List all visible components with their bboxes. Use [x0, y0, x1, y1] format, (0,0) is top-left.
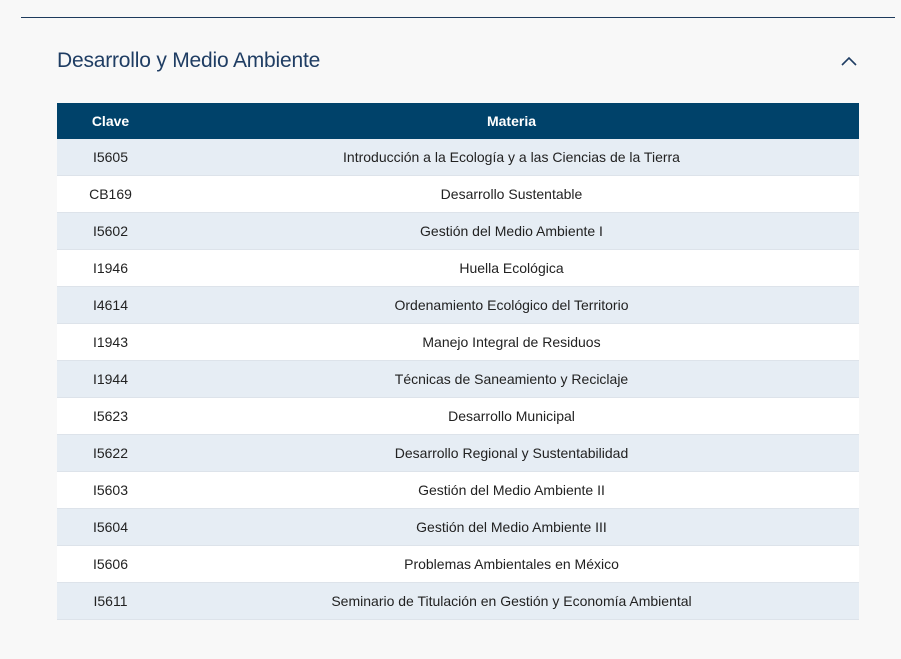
- table-row: I1944 Técnicas de Saneamiento y Reciclaje: [57, 360, 859, 398]
- chevron-up-icon[interactable]: [839, 51, 859, 71]
- cell-materia: Manejo Integral de Residuos: [164, 323, 859, 361]
- cell-clave: I5611: [57, 582, 164, 620]
- accordion-header[interactable]: Desarrollo y Medio Ambiente: [57, 40, 859, 82]
- cell-clave: I5605: [57, 139, 164, 176]
- cell-clave: I5606: [57, 545, 164, 583]
- table-row: I1943 Manejo Integral de Residuos: [57, 323, 859, 361]
- cell-materia: Huella Ecológica: [164, 249, 859, 287]
- cell-materia: Técnicas de Saneamiento y Reciclaje: [164, 360, 859, 398]
- table-row: I5604 Gestión del Medio Ambiente III: [57, 508, 859, 546]
- table-row: I5605 Introducción a la Ecología y a las …: [57, 139, 859, 176]
- table-row: I5603 Gestión del Medio Ambiente II: [57, 471, 859, 509]
- table-row: I5622 Desarrollo Regional y Sustentabilid…: [57, 434, 859, 472]
- cell-materia: Gestión del Medio Ambiente II: [164, 471, 859, 509]
- column-header-materia: Materia: [164, 103, 859, 139]
- cell-materia: Desarrollo Municipal: [164, 397, 859, 435]
- table-row: I5611 Seminario de Titulación en Gestión …: [57, 582, 859, 620]
- cell-materia: Seminario de Titulación en Gestión y Eco…: [164, 582, 859, 620]
- section-title: Desarrollo y Medio Ambiente: [57, 49, 321, 72]
- cell-clave: I5604: [57, 508, 164, 546]
- cell-clave: I5603: [57, 471, 164, 509]
- table-row: CB169 Desarrollo Sustentable: [57, 175, 859, 213]
- cell-clave: I4614: [57, 286, 164, 324]
- cell-clave: CB169: [57, 175, 164, 213]
- table-row: I5606 Problemas Ambientales en México: [57, 545, 859, 583]
- section-divider: [21, 17, 895, 18]
- column-header-clave: Clave: [57, 103, 164, 139]
- table-body: I5605 Introducción a la Ecología y a las …: [57, 139, 859, 620]
- cell-materia: Gestión del Medio Ambiente III: [164, 508, 859, 546]
- table-row: I1946 Huella Ecológica: [57, 249, 859, 287]
- cell-materia: Gestión del Medio Ambiente I: [164, 212, 859, 250]
- cell-materia: Desarrollo Sustentable: [164, 175, 859, 213]
- cell-clave: I5623: [57, 397, 164, 435]
- table-header-row: Clave Materia: [57, 103, 859, 139]
- cell-clave: I5602: [57, 212, 164, 250]
- cell-clave: I1946: [57, 249, 164, 287]
- cell-clave: I1943: [57, 323, 164, 361]
- cell-clave: I5622: [57, 434, 164, 472]
- cell-clave: I1944: [57, 360, 164, 398]
- cell-materia: Problemas Ambientales en México: [164, 545, 859, 583]
- subjects-table: Clave Materia I5605 Introducción a la Eco…: [57, 103, 859, 620]
- cell-materia: Introducción a la Ecología y a las Cienc…: [164, 139, 859, 176]
- table-row: I5623 Desarrollo Municipal: [57, 397, 859, 435]
- cell-materia: Desarrollo Regional y Sustentabilidad: [164, 434, 859, 472]
- table-row: I4614 Ordenamiento Ecológico del Territor…: [57, 286, 859, 324]
- table-row: I5602 Gestión del Medio Ambiente I: [57, 212, 859, 250]
- cell-materia: Ordenamiento Ecológico del Territorio: [164, 286, 859, 324]
